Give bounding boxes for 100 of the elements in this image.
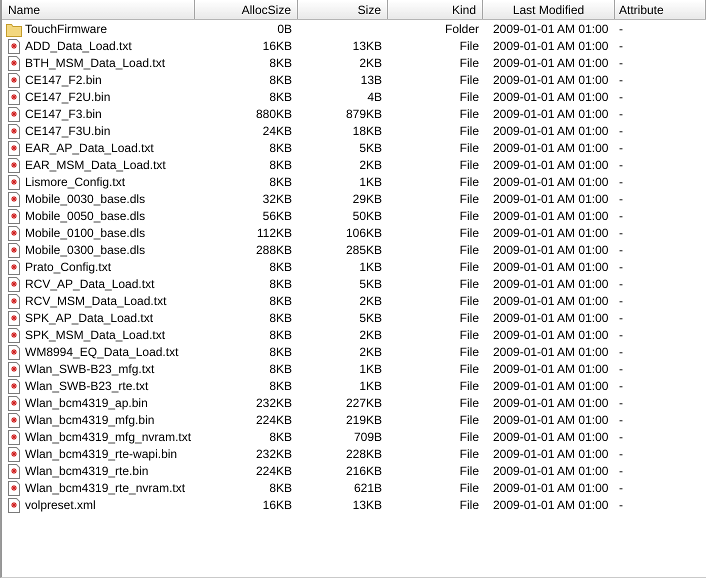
file-size: 1KB xyxy=(359,175,382,189)
file-attribute: - xyxy=(619,90,623,104)
file-kind: File xyxy=(460,260,479,274)
file-name[interactable]: Wlan_SWB-B23_rte.txt xyxy=(25,378,148,395)
file-name[interactable]: Wlan_bcm4319_rte.bin xyxy=(25,463,148,480)
file-attribute: - xyxy=(619,175,623,189)
file-attribute: - xyxy=(619,107,623,121)
file-kind: File xyxy=(460,379,479,393)
file-icon xyxy=(8,124,20,139)
file-icon xyxy=(8,260,20,275)
file-name[interactable]: SPK_AP_Data_Load.txt xyxy=(25,310,154,327)
file-name[interactable]: Wlan_bcm4319_rte_nvram.txt xyxy=(25,480,186,497)
alloc-size: 8KB xyxy=(269,73,292,87)
file-name[interactable]: Mobile_0300_base.dls xyxy=(25,242,146,259)
alloc-size: 32KB xyxy=(262,192,292,206)
file-kind: File xyxy=(460,345,479,359)
modified-date: 2009-01-01 AM 01:00 xyxy=(493,226,608,240)
file-name[interactable]: RCV_MSM_Data_Load.txt xyxy=(25,293,166,310)
column-header[interactable]: Last Modified xyxy=(483,0,615,19)
file-attribute: - xyxy=(619,158,623,172)
file-size: 227KB xyxy=(346,396,382,410)
file-size: 18KB xyxy=(352,124,382,138)
file-size: 13KB xyxy=(352,39,382,53)
file-kind: File xyxy=(460,107,479,121)
file-icon xyxy=(8,107,20,122)
modified-date: 2009-01-01 AM 01:00 xyxy=(493,498,608,512)
modified-date: 2009-01-01 AM 01:00 xyxy=(493,277,608,291)
folder-icon xyxy=(6,22,22,36)
alloc-size: 224KB xyxy=(256,464,292,478)
file-name[interactable]: Wlan_bcm4319_mfg_nvram.txt xyxy=(25,429,192,446)
file-name[interactable]: Mobile_0050_base.dls xyxy=(25,208,146,225)
file-name[interactable]: volpreset.xml xyxy=(25,497,96,514)
file-name[interactable]: Wlan_bcm4319_ap.bin xyxy=(25,395,148,412)
file-name[interactable]: BTH_MSM_Data_Load.txt xyxy=(25,55,166,72)
alloc-size: 224KB xyxy=(256,413,292,427)
file-name[interactable]: Prato_Config.txt xyxy=(25,259,112,276)
file-kind: File xyxy=(460,396,479,410)
column-header[interactable]: Size xyxy=(298,0,388,19)
file-size: 621B xyxy=(354,481,382,495)
file-attribute: - xyxy=(619,73,623,87)
column-header[interactable]: Kind xyxy=(388,0,483,19)
file-size: 13B xyxy=(360,73,382,87)
alloc-size: 8KB xyxy=(269,141,292,155)
file-kind: File xyxy=(460,73,479,87)
file-name[interactable]: EAR_MSM_Data_Load.txt xyxy=(25,157,166,174)
file-kind: File xyxy=(460,413,479,427)
file-icon xyxy=(8,158,20,173)
file-size: 5KB xyxy=(359,311,382,325)
modified-date: 2009-01-01 AM 01:00 xyxy=(493,413,608,427)
column-header[interactable]: AllocSize xyxy=(195,0,298,19)
file-size: 285KB xyxy=(346,243,382,257)
file-name[interactable]: CE147_F2.bin xyxy=(25,72,102,89)
alloc-size: 8KB xyxy=(269,175,292,189)
file-attribute: - xyxy=(619,498,623,512)
file-icon xyxy=(8,430,20,445)
file-name[interactable]: Mobile_0100_base.dls xyxy=(25,225,146,242)
file-size: 219KB xyxy=(346,413,382,427)
file-attribute: - xyxy=(619,430,623,444)
file-icon xyxy=(8,175,20,190)
modified-date: 2009-01-01 AM 01:00 xyxy=(493,362,608,376)
file-name[interactable]: Wlan_bcm4319_mfg.bin xyxy=(25,412,154,429)
file-name[interactable]: Mobile_0030_base.dls xyxy=(25,191,146,208)
file-icon xyxy=(8,277,20,292)
alloc-size: 24KB xyxy=(262,124,292,138)
file-size: 2KB xyxy=(359,56,382,70)
file-icon xyxy=(8,311,20,326)
file-attribute: - xyxy=(619,413,623,427)
file-size: 106KB xyxy=(346,226,382,240)
file-icon xyxy=(8,413,20,428)
file-name[interactable]: CE147_F3.bin xyxy=(25,106,102,123)
file-name[interactable]: Wlan_bcm4319_rte-wapi.bin xyxy=(25,446,178,463)
modified-date: 2009-01-01 AM 01:00 xyxy=(493,260,608,274)
file-name[interactable]: SPK_MSM_Data_Load.txt xyxy=(25,327,166,344)
file-size: 1KB xyxy=(359,362,382,376)
file-size: 1KB xyxy=(359,379,382,393)
file-icon xyxy=(8,73,20,88)
column-header[interactable]: Attribute xyxy=(615,0,706,19)
file-attribute: - xyxy=(619,39,623,53)
file-name[interactable]: EAR_AP_Data_Load.txt xyxy=(25,140,154,157)
file-name[interactable]: Lismore_Config.txt xyxy=(25,174,126,191)
alloc-size: 8KB xyxy=(269,379,292,393)
file-attribute: - xyxy=(619,447,623,461)
file-name[interactable]: CE147_F2U.bin xyxy=(25,89,110,106)
modified-date: 2009-01-01 AM 01:00 xyxy=(493,141,608,155)
modified-date: 2009-01-01 AM 01:00 xyxy=(493,209,608,223)
file-attribute: - xyxy=(619,56,623,70)
file-size: 29KB xyxy=(352,192,382,206)
file-name[interactable]: RCV_AP_Data_Load.txt xyxy=(25,276,154,293)
modified-date: 2009-01-01 AM 01:00 xyxy=(493,345,608,359)
file-attribute: - xyxy=(619,311,623,325)
modified-date: 2009-01-01 AM 01:00 xyxy=(493,311,608,325)
file-attribute: - xyxy=(619,226,623,240)
file-name[interactable]: CE147_F3U.bin xyxy=(25,123,110,140)
file-attribute: - xyxy=(619,294,623,308)
column-header[interactable]: Name xyxy=(2,0,195,19)
file-name[interactable]: TouchFirmware xyxy=(25,21,108,38)
file-icon xyxy=(8,379,20,394)
file-name[interactable]: ADD_Data_Load.txt xyxy=(25,38,132,55)
file-name[interactable]: Wlan_SWB-B23_mfg.txt xyxy=(25,361,154,378)
file-name[interactable]: WM8994_EQ_Data_Load.txt xyxy=(25,344,178,361)
